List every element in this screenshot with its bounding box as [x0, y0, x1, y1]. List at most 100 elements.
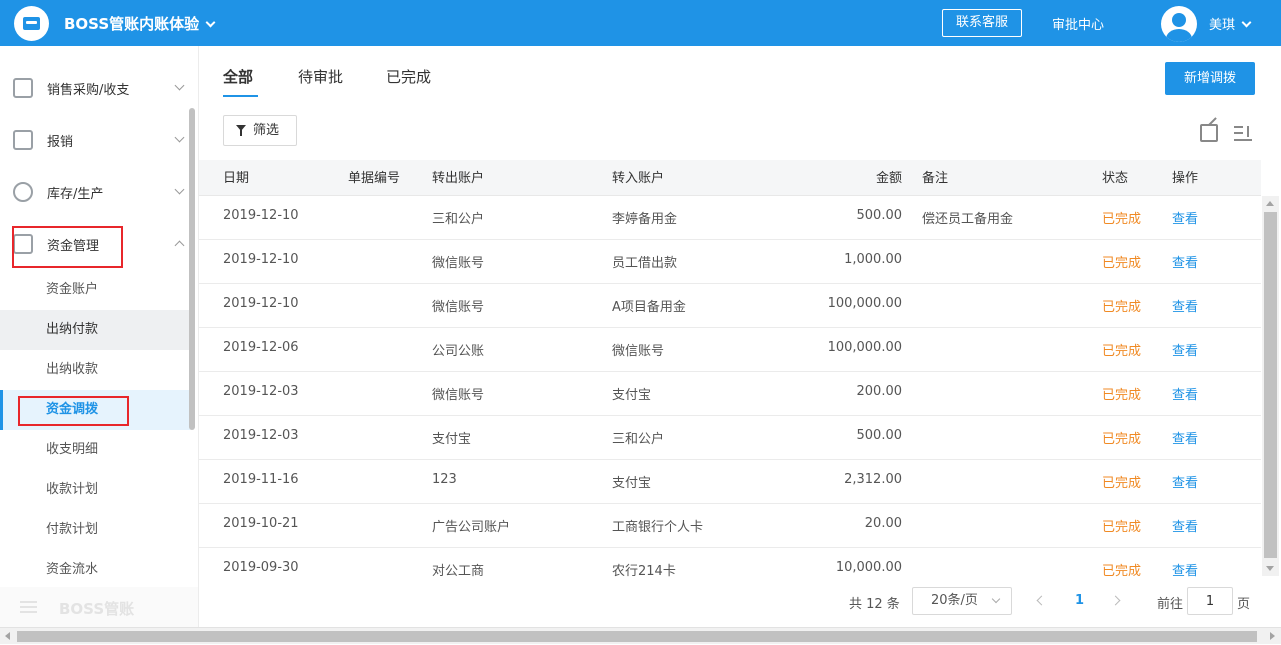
cell-amount: 500.00: [856, 428, 903, 443]
scroll-left-icon[interactable]: [5, 632, 10, 640]
column-header-note: 备注: [922, 171, 949, 186]
user-avatar-icon[interactable]: [1161, 6, 1197, 42]
scrollbar-thumb[interactable]: [17, 631, 1257, 642]
export-icon[interactable]: [1200, 124, 1218, 142]
sidebar-item-fund-accounts[interactable]: 资金账户: [0, 270, 190, 310]
table-row: 2019-12-06 公司公账 微信账号 100,000.00 已完成 查看: [199, 328, 1261, 372]
table-row: 2019-12-10 微信账号 A项目备用金 100,000.00 已完成 查看: [199, 284, 1261, 328]
sidebar-item-fund-flow[interactable]: 资金流水: [0, 550, 190, 590]
cell-from-account: 公司公账: [432, 344, 485, 359]
contact-support-button[interactable]: 联系客服: [942, 9, 1022, 37]
sales-icon: [13, 78, 33, 98]
highlight-box: [18, 396, 129, 426]
page-size-value: 20条/页: [931, 593, 978, 608]
cell-date: 2019-11-16: [223, 472, 299, 487]
cell-amount: 100,000.00: [827, 296, 902, 311]
sidebar-item-payment-plan[interactable]: 付款计划: [0, 510, 190, 550]
scroll-down-icon[interactable]: [1266, 566, 1274, 571]
cell-status: 已完成: [1102, 300, 1142, 315]
view-link[interactable]: 查看: [1172, 472, 1198, 491]
top-bar: BOSS管账内账体验 联系客服 审批中心 美琪: [0, 0, 1281, 46]
sidebar-group-sales[interactable]: 销售采购/收支: [0, 62, 190, 114]
cell-status: 已完成: [1102, 212, 1142, 227]
column-header-doc-no: 单据编号: [348, 171, 401, 186]
table-row: 2019-12-10 三和公户 李婷备用金 500.00 偿还员工备用金 已完成…: [199, 196, 1261, 240]
chevron-down-icon: [1241, 17, 1252, 28]
chevron-down-icon: [174, 132, 185, 143]
sidebar-group-label: 销售采购/收支: [47, 83, 130, 98]
goto-label: 前往: [1157, 597, 1184, 612]
sidebar-item-income-expense-detail[interactable]: 收支明细: [0, 430, 190, 470]
cell-status: 已完成: [1102, 476, 1142, 491]
prev-page-icon[interactable]: [1036, 595, 1047, 606]
next-page-icon[interactable]: [1110, 595, 1121, 606]
sidebar-item-cashier-payment[interactable]: 出纳付款: [0, 310, 190, 350]
app-switcher[interactable]: BOSS管账内账体验: [64, 13, 216, 34]
cell-from-account: 对公工商: [432, 564, 485, 579]
table-vertical-scrollbar[interactable]: [1262, 196, 1279, 576]
filter-icon: [236, 125, 246, 136]
chevron-up-icon: [174, 240, 185, 251]
filter-button[interactable]: 筛选: [223, 115, 297, 146]
cell-date: 2019-12-10: [223, 252, 299, 267]
view-link[interactable]: 查看: [1172, 560, 1198, 579]
pagination-total: 共 12 条: [849, 597, 900, 612]
sort-icon[interactable]: [1234, 124, 1252, 142]
app-logo-icon[interactable]: [14, 6, 49, 41]
view-link[interactable]: 查看: [1172, 384, 1198, 403]
view-link[interactable]: 查看: [1172, 340, 1198, 359]
cell-status: 已完成: [1102, 564, 1142, 579]
chevron-down-icon: [205, 17, 216, 28]
cell-to-account: 支付宝: [612, 388, 652, 403]
cell-date: 2019-12-10: [223, 208, 299, 223]
cell-from-account: 微信账号: [432, 256, 485, 271]
view-link[interactable]: 查看: [1172, 252, 1198, 271]
scroll-up-icon[interactable]: [1266, 201, 1274, 206]
table-row: 2019-09-30 对公工商 农行214卡 10,000.00 已完成 查看: [199, 548, 1261, 592]
user-menu[interactable]: 美琪: [1209, 14, 1252, 33]
tab-completed[interactable]: 已完成: [386, 66, 431, 87]
cell-amount: 500.00: [856, 208, 903, 223]
view-link[interactable]: 查看: [1172, 296, 1198, 315]
table-row: 2019-10-21 广告公司账户 工商银行个人卡 20.00 已完成 查看: [199, 504, 1261, 548]
cell-from-account: 123: [432, 472, 457, 487]
cell-from-account: 三和公户: [432, 212, 485, 227]
sidebar-item-receipt-plan[interactable]: 收款计划: [0, 470, 190, 510]
cell-status: 已完成: [1102, 388, 1142, 403]
tab-all[interactable]: 全部: [223, 66, 253, 87]
cell-amount: 100,000.00: [827, 340, 902, 355]
scroll-right-icon[interactable]: [1270, 632, 1275, 640]
column-header-from-account: 转出账户: [432, 171, 485, 186]
cell-from-account: 微信账号: [432, 300, 485, 315]
view-link[interactable]: 查看: [1172, 516, 1198, 535]
tab-pending[interactable]: 待审批: [298, 66, 343, 87]
cell-date: 2019-12-10: [223, 296, 299, 311]
sidebar-group-label: 报销: [47, 135, 74, 150]
sidebar-scrollbar[interactable]: [189, 108, 195, 430]
new-transfer-button[interactable]: 新增调拨: [1165, 62, 1255, 95]
cell-to-account: 支付宝: [612, 476, 652, 491]
cell-status: 已完成: [1102, 432, 1142, 447]
column-header-to-account: 转入账户: [612, 171, 665, 186]
sidebar-group-inventory[interactable]: 库存/生产: [0, 166, 190, 218]
cell-to-account: 微信账号: [612, 344, 665, 359]
page-number-current[interactable]: 1: [1075, 593, 1084, 608]
sidebar-footer[interactable]: BOSS管账: [0, 587, 198, 627]
cell-amount: 2,312.00: [844, 472, 902, 487]
sidebar-group-reimburse[interactable]: 报销: [0, 114, 190, 166]
sidebar-item-cashier-receipt[interactable]: 出纳收款: [0, 350, 190, 390]
scrollbar-thumb[interactable]: [1264, 212, 1277, 558]
goto-page-input[interactable]: [1187, 587, 1233, 615]
goto-unit-label: 页: [1237, 597, 1251, 612]
view-link[interactable]: 查看: [1172, 208, 1198, 227]
cell-amount: 20.00: [864, 516, 902, 531]
cell-amount: 1,000.00: [844, 252, 902, 267]
view-link[interactable]: 查看: [1172, 428, 1198, 447]
page-size-select[interactable]: 20条/页: [912, 587, 1012, 615]
cell-status: 已完成: [1102, 256, 1142, 271]
inventory-icon: [13, 182, 33, 202]
horizontal-scrollbar[interactable]: [0, 627, 1281, 644]
reimburse-icon: [13, 130, 33, 150]
approval-center-link[interactable]: 审批中心: [1052, 14, 1104, 33]
cell-date: 2019-12-03: [223, 384, 299, 399]
